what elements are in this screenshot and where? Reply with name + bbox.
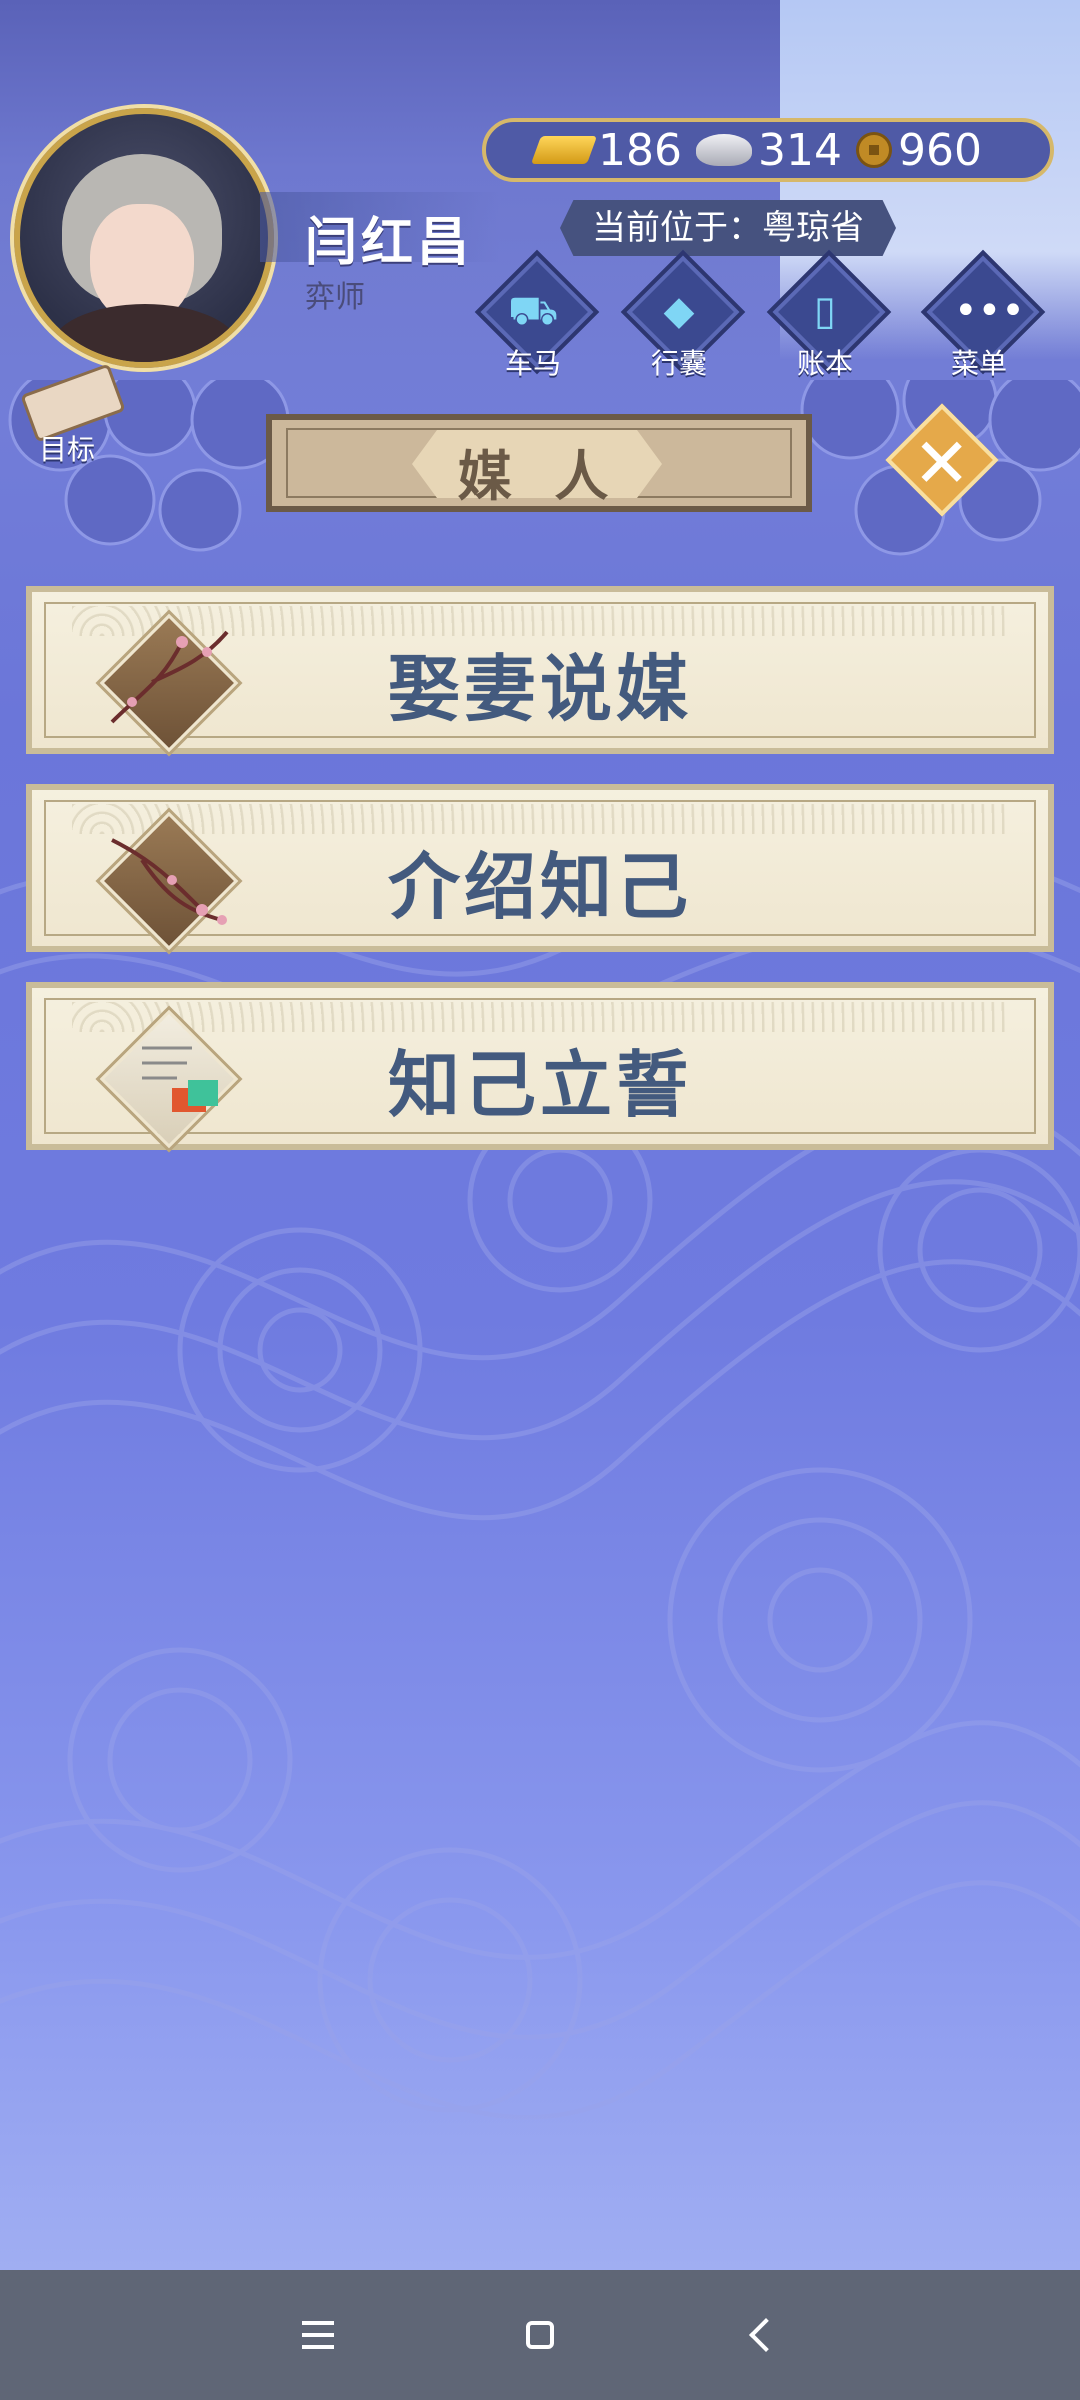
gold-amount: 186	[598, 124, 682, 176]
player-avatar[interactable]	[14, 108, 274, 368]
player-name: 闫红昌	[305, 213, 474, 273]
silver-currency: 314	[695, 124, 842, 176]
system-navigation-bar	[0, 2270, 1080, 2400]
carriage-button[interactable]: ⛟ 车马	[474, 249, 600, 382]
menu-item-label: 娶妻说媒	[387, 647, 692, 731]
panel-title: 媒 人	[457, 445, 621, 508]
gold-ingot-icon	[530, 136, 598, 164]
menu-item-marry[interactable]: 娶妻说媒	[26, 586, 1054, 754]
home-button[interactable]	[480, 2270, 600, 2400]
menu-button[interactable]: ••• 菜单	[920, 249, 1046, 382]
menu-item-introduce[interactable]: 介绍知己	[26, 784, 1054, 952]
silver-amount: 314	[757, 124, 842, 176]
more-icon: •••	[954, 288, 1025, 334]
bundle-label: 行囊	[650, 347, 707, 380]
goal-button[interactable]: 目标	[12, 363, 126, 468]
back-button[interactable]	[706, 2270, 826, 2400]
menu-item-vow[interactable]: 知己立誓	[26, 982, 1054, 1150]
gold-currency: 186	[530, 124, 682, 176]
ledger-label: 账本	[796, 347, 853, 380]
copper-amount: 960	[897, 124, 982, 176]
avatar-robe	[50, 304, 240, 362]
panel-title-plaque: 媒 人	[266, 414, 812, 512]
menu-lines-icon	[302, 2321, 334, 2349]
back-chevron-icon	[749, 2318, 783, 2352]
carriage-icon: ⛟	[508, 288, 559, 334]
silver-ingot-icon	[695, 134, 752, 166]
menu-item-label: 介绍知己	[387, 845, 692, 929]
ledger-button[interactable]: ▯ 账本	[766, 249, 892, 382]
goal-label: 目标	[38, 433, 95, 466]
currency-bar: 186 314 960	[482, 118, 1054, 182]
menu-item-label: 知己立誓	[387, 1043, 692, 1127]
recent-apps-button[interactable]	[258, 2270, 378, 2400]
copper-coin-icon	[855, 132, 892, 168]
carriage-label: 车马	[504, 347, 561, 380]
bundle-button[interactable]: ◆ 行囊	[620, 249, 746, 382]
menu-label: 菜单	[950, 347, 1007, 380]
home-icon	[526, 2321, 554, 2349]
location-label: 当前位于：粤琼省	[560, 200, 896, 256]
copper-currency: 960	[855, 124, 982, 176]
ledger-icon: ▯	[813, 288, 836, 334]
bundle-icon: ◆	[663, 288, 695, 334]
player-title: 弈师	[305, 280, 365, 315]
